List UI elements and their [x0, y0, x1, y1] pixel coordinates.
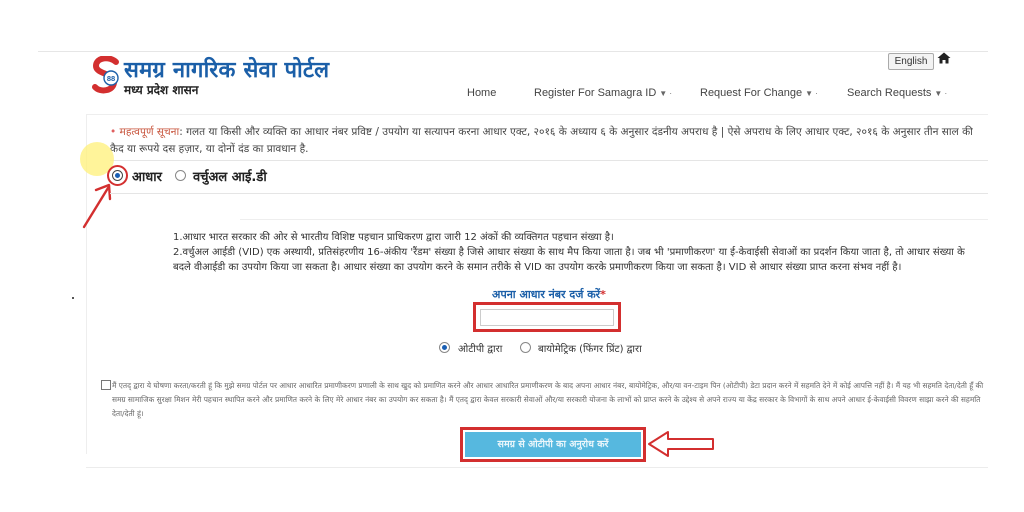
footer-divider	[86, 467, 988, 468]
red-arrow-icon	[82, 183, 112, 229]
header-divider	[38, 51, 988, 52]
notice-label: महत्वपूर्ण सूचना	[119, 126, 180, 138]
nav-search-dropdown[interactable]: Search Requests ▼ ·	[847, 87, 947, 99]
portal-subtitle: मध्य प्रदेश शासन	[124, 83, 199, 97]
divider	[110, 160, 988, 161]
info-line-1: 1.आधार भारत सरकार की ओर से भारतीय विशिष्…	[173, 232, 614, 243]
otp-radio-label[interactable]: ओटीपी द्वारा	[458, 341, 502, 355]
language-button[interactable]: English	[888, 53, 934, 70]
biometric-radio-label[interactable]: बायोमेट्रिक (फिंगर प्रिंट) द्वारा	[538, 341, 642, 355]
aadhaar-number-label-text: अपना आधार नंबर दर्ज करें	[492, 288, 601, 301]
notice-text: : गलत या किसी और व्यक्ति का आधार नंबर प्…	[110, 126, 973, 155]
important-notice: • महत्वपूर्ण सूचना: गलत या किसी और व्यक्…	[110, 124, 988, 158]
otp-radio[interactable]	[439, 342, 450, 353]
aadhaar-radio-label[interactable]: आधार	[132, 167, 162, 185]
nav-home[interactable]: Home	[467, 87, 496, 99]
nav-register-dropdown[interactable]: Register For Samagra ID ▼ ·	[534, 87, 672, 99]
caret-down-icon: ▼ ·	[659, 89, 673, 98]
request-otp-button[interactable]: समग्र से ओटीपी का अनुरोध करें	[465, 432, 641, 457]
aadhaar-vid-info: 1.आधार भारत सरकार की ओर से भारतीय विशिष्…	[173, 230, 985, 275]
vid-radio-label[interactable]: वर्चुअल आई.डी	[193, 167, 267, 185]
divider	[110, 193, 988, 194]
nav-request-dropdown[interactable]: Request For Change ▼ ·	[700, 87, 818, 99]
caret-down-icon: ▼ ·	[805, 89, 818, 98]
consent-text[interactable]: मैं एतद् द्वारा ये घोषणा करता/करती हूं क…	[112, 379, 986, 421]
required-mark: *	[600, 288, 606, 301]
vid-radio[interactable]	[175, 170, 186, 181]
samagra-logo-icon: 88	[92, 56, 119, 94]
nav-search-label: Search Requests	[847, 87, 932, 99]
portal-title: समग्र नागरिक सेवा पोर्टल	[124, 58, 330, 83]
nav-request-label: Request For Change	[700, 87, 803, 99]
nav-home-label: Home	[467, 87, 497, 99]
aadhaar-number-label: अपना आधार नंबर दर्ज करें*	[474, 287, 624, 302]
logo-badge-text: 88	[107, 74, 115, 83]
stray-dot	[72, 297, 74, 299]
nav-register-label: Register For Samagra ID	[534, 87, 657, 99]
divider	[240, 219, 988, 220]
consent-checkbox[interactable]	[101, 380, 111, 390]
home-icon[interactable]	[937, 52, 951, 64]
aadhaar-number-input[interactable]	[480, 309, 614, 326]
caret-down-icon: ▼ ·	[934, 89, 948, 98]
info-line-2: 2.वर्चुअल आईडी (VID) एक अस्थायी, प्रतिसं…	[173, 247, 965, 273]
red-outline-arrow-icon	[648, 431, 714, 457]
notice-bullet: •	[110, 126, 117, 138]
biometric-radio[interactable]	[520, 342, 531, 353]
